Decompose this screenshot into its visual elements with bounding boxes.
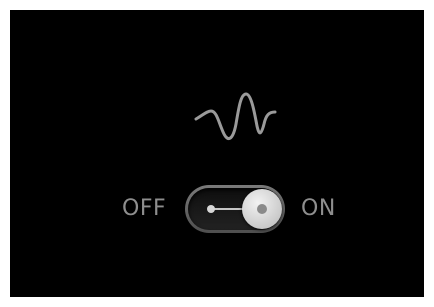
toggle-track: [188, 188, 282, 230]
toggle-panel: OFF ON: [10, 10, 424, 297]
waveform-icon: [194, 92, 277, 141]
knob-center-dot: [257, 204, 267, 214]
track-dot: [207, 205, 215, 213]
power-toggle-switch[interactable]: [185, 185, 285, 233]
on-label: ON: [301, 196, 336, 221]
toggle-knob[interactable]: [242, 189, 282, 229]
off-label: OFF: [122, 196, 167, 221]
